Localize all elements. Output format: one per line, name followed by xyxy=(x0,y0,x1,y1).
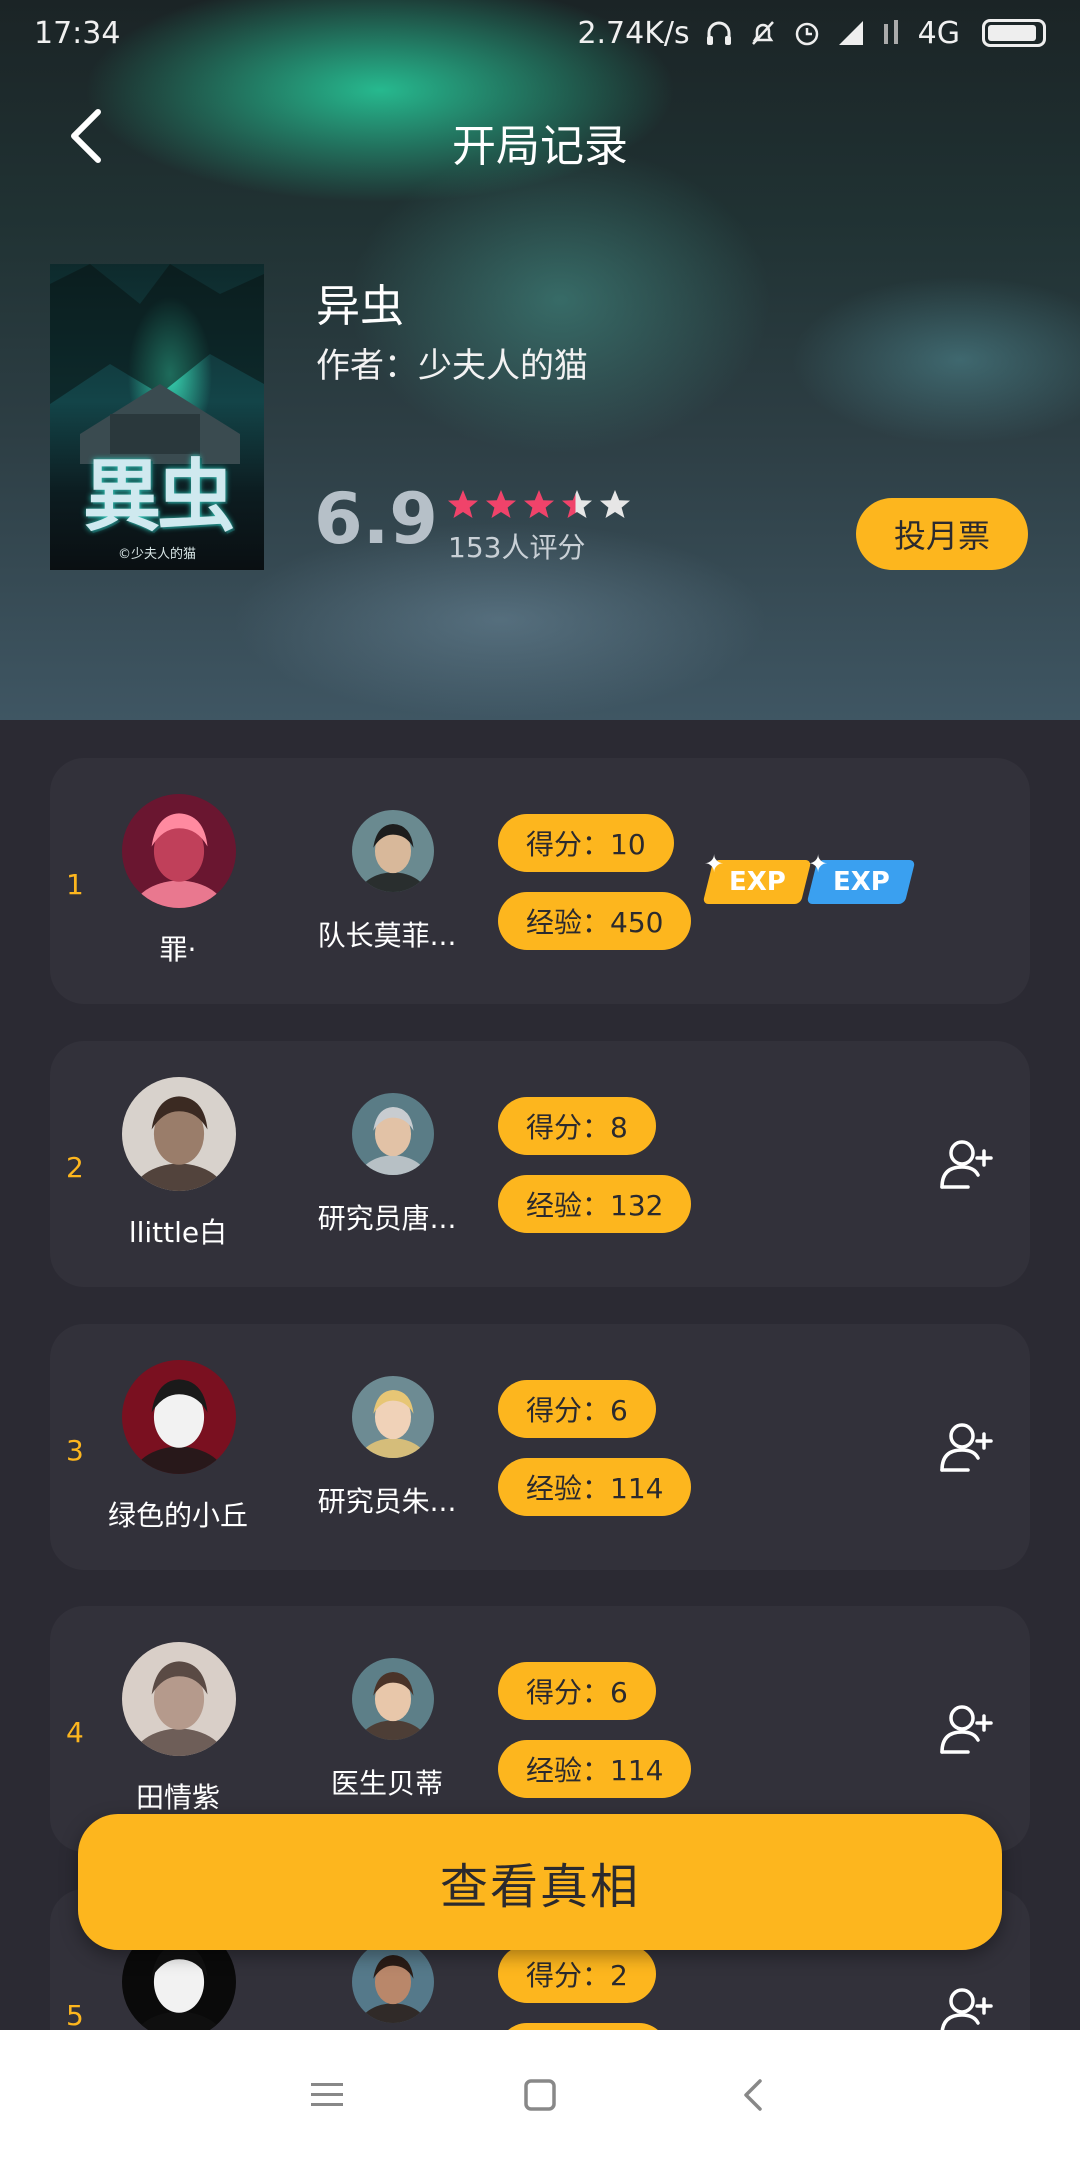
role-name: 研究员朱... xyxy=(317,1485,457,1518)
book-name: 异虫 xyxy=(316,281,404,332)
menu-button[interactable] xyxy=(302,2070,352,2120)
role-avatar xyxy=(352,1941,434,2023)
exp-badge-label: EXP xyxy=(832,867,890,897)
status-indicators: 2.74K/s 4G xyxy=(577,16,1046,51)
star-icon xyxy=(486,490,516,518)
player-card: 2 llittle白 研究员唐... 得分：8 经验：132 xyxy=(50,1041,1030,1287)
player-name: 绿色的小丘 xyxy=(108,1499,249,1532)
player-name: llittle白 xyxy=(128,1216,228,1249)
cover-credit: ©少夫人的猫 xyxy=(117,547,196,562)
book-cover[interactable]: 異虫 ©少夫人的猫 xyxy=(50,264,264,570)
exp-badge-label: EXP xyxy=(728,867,786,897)
add-user-icon xyxy=(940,1423,993,1472)
score-pill: 得分：8 xyxy=(498,1097,656,1155)
player-rank: 2 xyxy=(66,1151,84,1184)
player-avatar[interactable] xyxy=(122,1077,236,1191)
role-avatar xyxy=(352,1093,434,1175)
signal-off-icon xyxy=(883,20,898,44)
exp-pill: 经验：450 xyxy=(498,892,692,950)
menu-icon xyxy=(310,2083,343,2106)
player-name: 田情紫 xyxy=(135,1781,220,1814)
page-title: 开局记录 xyxy=(452,121,628,172)
view-truth-button[interactable]: 查看真相 xyxy=(78,1814,1002,1950)
star-icon xyxy=(524,490,554,518)
player-card: 1 罪· 队长莫菲... 得分：10 经验：450 EXP ✦ EXP ✦ xyxy=(50,758,1030,1004)
player-avatar[interactable] xyxy=(122,794,236,908)
role-name: 队长莫菲... xyxy=(317,919,457,952)
book-author: 作者：少夫人的猫 xyxy=(316,346,588,386)
back-triangle-icon xyxy=(744,2079,763,2111)
system-back-button[interactable] xyxy=(728,2070,778,2120)
player-avatar[interactable] xyxy=(122,1360,236,1474)
network-type: 4G xyxy=(917,15,960,51)
role-avatar xyxy=(352,810,434,892)
star-icon xyxy=(448,490,478,518)
add-friend-button[interactable] xyxy=(938,1137,998,1193)
status-time: 17:34 xyxy=(34,15,121,51)
role-avatar xyxy=(352,1658,434,1740)
alarm-icon xyxy=(795,22,818,46)
bell-muted-icon xyxy=(751,21,774,45)
system-nav-bar xyxy=(0,2030,1080,2160)
star-icon xyxy=(600,490,630,518)
battery-icon xyxy=(982,19,1046,47)
signal-icon xyxy=(838,21,863,45)
score-pill: 得分：2 xyxy=(498,1945,656,2003)
rating-stars xyxy=(446,488,632,522)
book-header: 17:34 2.74K/s 4G 开局记录 異虫 ©少夫人的猫 异虫 作者：少夫… xyxy=(0,0,1080,720)
player-rank: 4 xyxy=(66,1716,84,1749)
add-user-icon xyxy=(940,1705,993,1754)
cover-title: 異虫 xyxy=(82,451,235,542)
player-avatar[interactable] xyxy=(122,1642,236,1756)
status-bar: 17:34 2.74K/s 4G xyxy=(0,0,1080,66)
sparkle-icon: ✦ xyxy=(808,850,829,878)
player-card: 3 绿色的小丘 研究员朱... 得分：6 经验：114 xyxy=(50,1324,1030,1570)
player-rank: 3 xyxy=(66,1434,84,1467)
headphones-icon xyxy=(706,21,731,45)
score-pill: 得分：6 xyxy=(498,1380,656,1438)
add-friend-button[interactable] xyxy=(938,1702,998,1758)
exp-pill: 经验：114 xyxy=(498,1458,692,1516)
exp-pill: 经验：114 xyxy=(498,1740,692,1798)
player-rank: 5 xyxy=(66,1999,84,2032)
add-user-icon xyxy=(940,1140,993,1189)
player-rank: 1 xyxy=(66,868,84,901)
star-icon xyxy=(562,490,592,518)
rating-count: 153人评分 xyxy=(448,531,586,564)
score-pill: 得分：6 xyxy=(498,1662,656,1720)
monthly-vote-button[interactable]: 投月票 xyxy=(856,498,1028,570)
role-avatar xyxy=(352,1376,434,1458)
role-name: 研究员唐... xyxy=(317,1202,457,1235)
sparkle-icon: ✦ xyxy=(704,850,725,878)
role-name: 医生贝蒂 xyxy=(330,1767,443,1800)
book-score: 6.9 xyxy=(314,478,439,560)
home-square-icon xyxy=(524,2079,556,2111)
add-friend-button[interactable] xyxy=(938,1420,998,1476)
player-name: 罪· xyxy=(159,933,197,966)
exp-pill: 经验：132 xyxy=(498,1175,692,1233)
network-speed: 2.74K/s xyxy=(577,15,690,51)
home-button[interactable] xyxy=(515,2070,565,2120)
score-pill: 得分：10 xyxy=(498,814,674,872)
